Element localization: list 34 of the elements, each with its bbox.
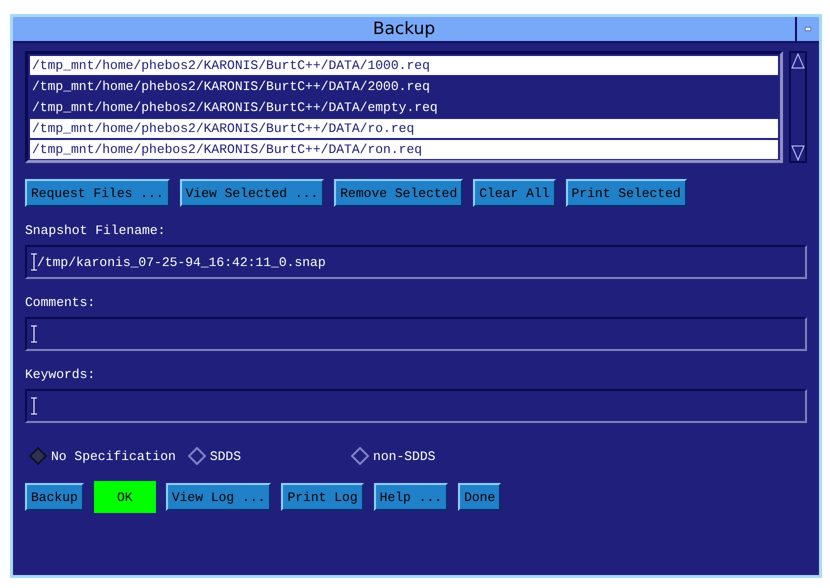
radio-label: non-SDDS xyxy=(373,448,436,464)
scroll-up-icon[interactable] xyxy=(791,53,805,69)
list-action-button[interactable]: Clear All xyxy=(473,179,556,207)
file-list-item[interactable]: /tmp_mnt/home/phebos2/KARONIS/BurtC++/DATA/ro.req xyxy=(30,119,778,138)
text-cursor-icon xyxy=(31,397,37,415)
text-cursor-icon xyxy=(31,325,37,343)
radio-button[interactable] xyxy=(351,447,370,465)
list-action-button[interactable]: Remove Selected xyxy=(334,179,464,207)
action-button[interactable]: Print Log xyxy=(281,483,364,511)
action-button[interactable]: Backup xyxy=(25,483,84,511)
text-cursor-icon xyxy=(31,253,37,271)
radio-label: SDDS xyxy=(210,448,242,464)
field-label: Keywords: xyxy=(25,367,96,382)
list-action-button[interactable]: Print Selected xyxy=(566,179,687,207)
window-menu-icon xyxy=(805,27,811,31)
scroll-down-icon[interactable] xyxy=(791,145,805,161)
radio-label: No Specification xyxy=(51,448,176,464)
input-field[interactable]: /tmp/karonis_07-25-94_16:42:11_0.snap xyxy=(25,245,807,279)
action-button[interactable]: Done xyxy=(458,483,502,511)
list-action-button[interactable]: Request Files ... xyxy=(25,179,170,207)
file-list-item[interactable]: /tmp_mnt/home/phebos2/KARONIS/BurtC++/DATA/1000.req xyxy=(30,56,778,75)
field-label: Comments: xyxy=(25,295,96,310)
action-button[interactable]: Help ... xyxy=(374,483,448,511)
radio-button[interactable] xyxy=(188,447,206,465)
field-label: Snapshot Filename: xyxy=(25,223,166,238)
window-title: Backup xyxy=(372,18,436,41)
radio-button[interactable] xyxy=(29,447,47,465)
list-action-button[interactable]: View Selected ... xyxy=(180,179,324,207)
input-field[interactable] xyxy=(25,389,807,423)
action-button[interactable]: OK xyxy=(94,481,156,513)
file-list-item[interactable]: /tmp_mnt/home/phebos2/KARONIS/BurtC++/DATA/ron.req xyxy=(30,140,778,159)
scrollbar[interactable] xyxy=(789,51,807,163)
action-button[interactable]: View Log ... xyxy=(166,483,272,511)
input-field[interactable] xyxy=(25,317,807,351)
